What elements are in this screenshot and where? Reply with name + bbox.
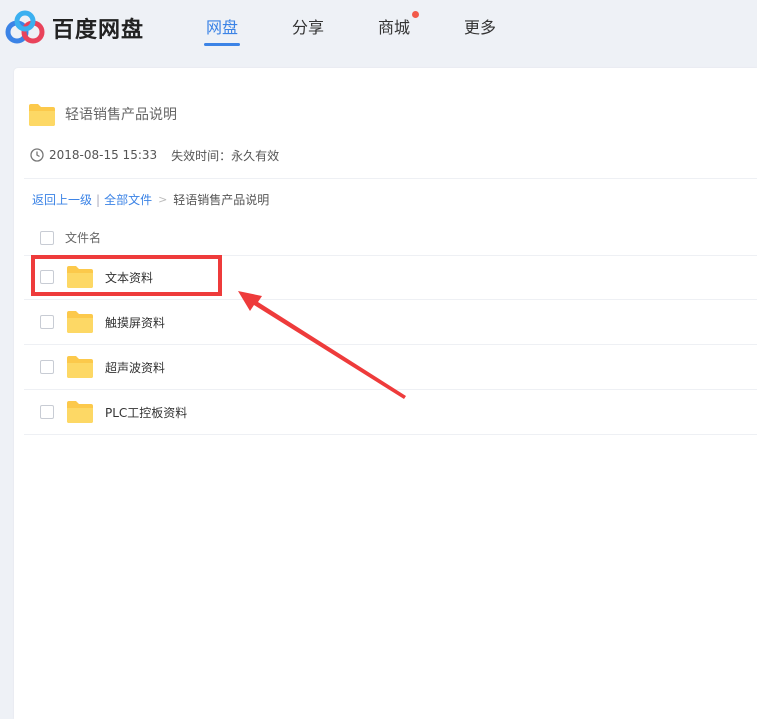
logo-text: 百度网盘 (52, 18, 145, 43)
nav-tab-store[interactable]: 商城 (378, 14, 410, 38)
logo[interactable]: 百度网盘 (4, 8, 144, 48)
created-time: 2018-08-15 15:33 (49, 148, 158, 162)
share-meta: 2018-08-15 15:33 失效时间：永久有效 (30, 147, 279, 163)
breadcrumb-current: 轻语销售产品说明 (173, 193, 270, 207)
nav-tab-more[interactable]: 更多 (464, 14, 496, 38)
file-name-link[interactable]: 超声波资料 (105, 359, 165, 376)
cloud-logo-icon (5, 10, 45, 44)
nav-tab-share[interactable]: 分享 (292, 14, 324, 38)
breadcrumb-arrow: > (158, 193, 168, 206)
clock-icon (30, 148, 44, 162)
select-all-checkbox[interactable] (40, 231, 54, 245)
nav-tab-netdisk[interactable]: 网盘 (206, 14, 238, 38)
top-header: 百度网盘 网盘 分享 商城 更多 (0, 0, 757, 58)
expire-info: 失效时间：永久有效 (171, 148, 280, 163)
divider (24, 299, 757, 300)
folder-icon (29, 104, 55, 126)
annotation-highlight-box (31, 255, 222, 296)
divider (24, 389, 757, 390)
column-header-filename: 文件名 (65, 231, 102, 245)
share-title: 轻语销售产品说明 (65, 107, 177, 123)
divider (24, 178, 757, 179)
all-files-link[interactable]: 全部文件 (104, 191, 152, 208)
folder-icon (67, 356, 93, 378)
folder-icon (67, 401, 93, 423)
file-name-link[interactable]: 触摸屏资料 (105, 314, 165, 331)
active-tab-indicator (204, 43, 240, 46)
divider (24, 344, 757, 345)
folder-icon (67, 311, 93, 333)
row-checkbox[interactable] (40, 360, 54, 374)
row-checkbox[interactable] (40, 405, 54, 419)
notification-dot (412, 11, 419, 18)
breadcrumb-separator: | (96, 192, 101, 207)
row-checkbox[interactable] (40, 315, 54, 329)
back-link[interactable]: 返回上一级 (32, 191, 92, 208)
divider (24, 434, 757, 435)
file-name-link[interactable]: PLC工控板资料 (105, 404, 187, 421)
breadcrumb: 返回上一级 | 全部文件 > 轻语销售产品说明 (32, 191, 269, 208)
main-panel (14, 68, 757, 719)
